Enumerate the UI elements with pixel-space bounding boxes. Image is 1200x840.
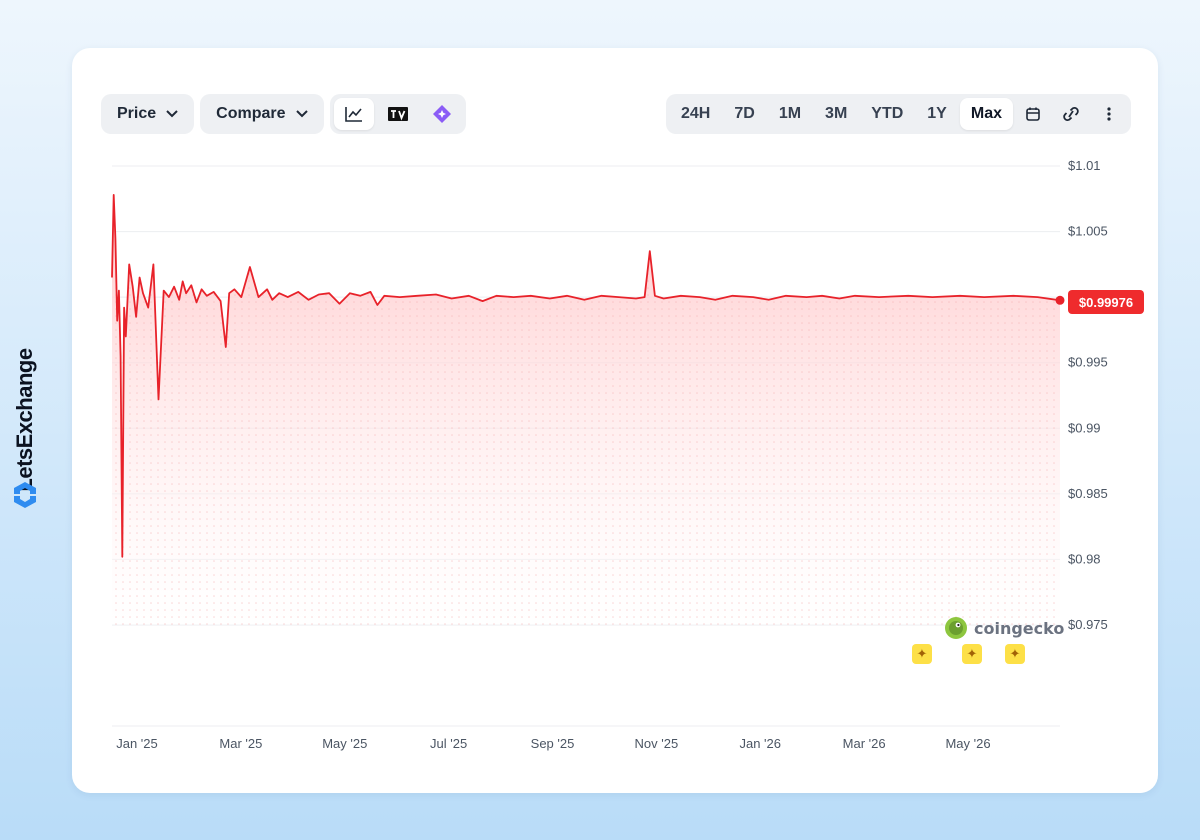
letsexchange-logo-icon [14,482,36,508]
price-area-pattern [112,194,1060,625]
price-chart: $1.01$1.005$1$0.995$0.99$0.985$0.98$0.97… [111,158,1108,751]
x-tick-label: May '25 [322,736,367,751]
event-markers: ✦ ✦ ✦ [912,644,1032,668]
x-tick-label: Jul '25 [430,736,467,751]
y-tick-label: $0.985 [1068,486,1108,501]
last-price-dot [1055,295,1065,305]
y-tick-label: $0.98 [1068,551,1101,566]
x-tick-label: Mar '26 [843,736,886,751]
watermark-text: coingecko [974,618,1065,638]
coingecko-logo-icon [945,617,967,639]
y-tick-label: $0.995 [1068,355,1108,370]
chart-card: Price Compare 24H 7D 1M 3M YTD 1Y Max $1… [72,48,1158,793]
coingecko-watermark: coingecko [944,616,1064,640]
y-tick-label: $1.005 [1068,224,1108,239]
y-tick-label: $0.99 [1068,420,1101,435]
current-price-tag: $0.99976 [1068,290,1144,314]
x-tick-label: Mar '25 [219,736,262,751]
x-tick-label: May '26 [945,736,990,751]
x-tick-label: Nov '25 [635,736,679,751]
x-tick-label: Jan '26 [739,736,781,751]
side-brand: LetsExchange [6,320,44,520]
event-marker-icon[interactable]: ✦ [1005,644,1025,664]
y-tick-label: $1.01 [1068,158,1101,173]
y-tick-label: $0.975 [1068,617,1108,632]
event-marker-icon[interactable]: ✦ [962,644,982,664]
brand-name: LetsExchange [12,348,37,492]
event-marker-icon[interactable]: ✦ [912,644,932,664]
x-tick-label: Sep '25 [531,736,575,751]
x-tick-label: Jan '25 [116,736,158,751]
